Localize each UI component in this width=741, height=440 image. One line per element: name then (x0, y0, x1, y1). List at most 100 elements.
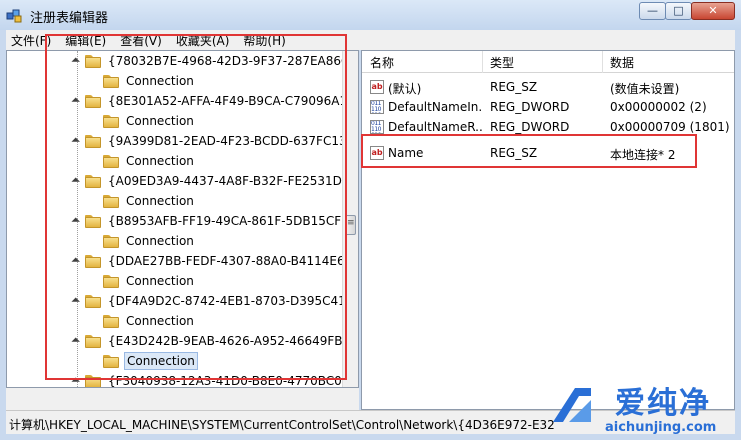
tree-node-key[interactable]: {A09ED3A9-4437-4A8F-B32F-FE2531D6E (71, 171, 358, 191)
value-data: 0x00000709 (1801) (610, 120, 730, 134)
tree-node-label: {E43D242B-9EAB-4626-A952-46649FBB9 (108, 334, 359, 348)
folder-icon (85, 254, 101, 268)
folder-icon (103, 194, 119, 208)
folder-icon (85, 174, 101, 188)
menu-help[interactable]: 帮助(H) (236, 32, 292, 49)
value-row[interactable]: ab Name REG_SZ 本地连接* 2 (362, 143, 734, 163)
tree-node-connection[interactable]: Connection (103, 271, 196, 291)
column-type[interactable]: 类型 (490, 54, 514, 71)
tree-node-connection[interactable]: Connection (103, 111, 196, 131)
tree-node-key[interactable]: {DF4A9D2C-8742-4EB1-8703-D395C4183 (71, 291, 359, 311)
tree-node-connection[interactable]: Connection (103, 191, 196, 211)
folder-icon (85, 374, 101, 387)
expand-arrow-icon[interactable] (71, 137, 80, 146)
column-separator[interactable] (482, 51, 483, 73)
value-row[interactable]: ab (默认) REG_SZ (数值未设置) (362, 77, 734, 97)
folder-icon (103, 114, 119, 128)
tree-node-label: Connection (126, 274, 194, 288)
menu-edit[interactable]: 编辑(E) (58, 32, 113, 49)
value-data: 0x00000002 (2) (610, 100, 707, 114)
minimize-button[interactable]: — (639, 2, 666, 20)
column-separator[interactable] (602, 51, 603, 73)
folder-icon (103, 274, 119, 288)
expand-arrow-icon[interactable] (71, 297, 80, 306)
tree-node-key[interactable]: {E43D242B-9EAB-4626-A952-46649FBB9 (71, 331, 359, 351)
dword-value-icon: 011110010 (370, 100, 384, 114)
tree-node-key[interactable]: {78032B7E-4968-42D3-9F37-287EA86C0A (71, 51, 359, 71)
value-name: DefaultNameR... (388, 120, 482, 134)
tree-node-label: {DF4A9D2C-8742-4EB1-8703-D395C4183 (108, 294, 359, 308)
column-data[interactable]: 数据 (610, 54, 634, 71)
tree-node-key[interactable]: {F3040938-12A3-41D0-B8E0-4770BC0F0 (71, 371, 358, 388)
tree-node-label: {8E301A52-AFFA-4F49-B9CA-C79096A1A (108, 94, 356, 108)
tree-node-label: {9A399D81-2EAD-4F23-BCDD-637FC13D (108, 134, 356, 148)
string-value-icon: ab (370, 80, 384, 94)
maximize-button[interactable]: □ (665, 2, 692, 20)
folder-icon (85, 334, 101, 348)
tree-node-label: {A09ED3A9-4437-4A8F-B32F-FE2531D6E (108, 174, 358, 188)
tree-scroll-thumb[interactable] (345, 215, 356, 235)
tree-node-label: Connection (126, 194, 194, 208)
expand-arrow-icon[interactable] (71, 57, 80, 66)
value-type: REG_SZ (490, 80, 538, 94)
tree-node-connection[interactable]: Connection (103, 231, 196, 251)
key-tree-pane[interactable]: {78032B7E-4968-42D3-9F37-287EA86C0A Conne… (6, 50, 359, 388)
tree-node-label: {F3040938-12A3-41D0-B8E0-4770BC0F0 (108, 374, 357, 388)
tree-node-label: {DDAE27BB-FEDF-4307-88A0-B4114E6B2 (108, 254, 359, 268)
menu-bar: 文件(F) 编辑(E) 查看(V) 收藏夹(A) 帮助(H) (6, 30, 735, 50)
folder-icon (85, 214, 101, 228)
tree-node-label: {78032B7E-4968-42D3-9F37-287EA86C0A (108, 54, 359, 68)
values-pane[interactable]: 名称 类型 数据 ab (默认) REG_SZ (数值未设置) 011110010 Def… (361, 50, 735, 410)
folder-icon (85, 54, 101, 68)
status-path: 计算机\HKEY_LOCAL_MACHINE\SYSTEM\CurrentCon… (9, 418, 555, 432)
value-row[interactable]: 011110010 DefaultNameIn... REG_DWORD 0x0000… (362, 97, 734, 117)
folder-icon (103, 154, 119, 168)
tree-node-label: {B8953AFB-FF19-49CA-861F-5DB15CF695 (108, 214, 359, 228)
value-type: REG_SZ (490, 146, 538, 160)
tree-node-label: Connection (126, 114, 194, 128)
value-data: 本地连接* 2 (610, 148, 676, 162)
tree-node-connection[interactable]: Connection (103, 351, 198, 371)
folder-icon (85, 134, 101, 148)
close-button[interactable]: ✕ (691, 2, 735, 20)
folder-icon (85, 94, 101, 108)
watermark-logo: 爱纯净 aichunjing.com (541, 376, 741, 440)
folder-icon (85, 294, 101, 308)
watermark-url: aichunjing.com (605, 420, 717, 435)
menu-view[interactable]: 查看(V) (113, 32, 169, 49)
column-name[interactable]: 名称 (370, 54, 394, 71)
expand-arrow-icon[interactable] (71, 377, 80, 386)
value-type: REG_DWORD (490, 120, 570, 134)
title-bar: 注册表编辑器 — □ ✕ (0, 0, 741, 30)
tree-node-connection[interactable]: Connection (103, 71, 196, 91)
tree-node-key[interactable]: {8E301A52-AFFA-4F49-B9CA-C79096A1A (71, 91, 357, 111)
maximize-icon: □ (673, 4, 684, 17)
value-row[interactable]: 011110010 DefaultNameR... REG_DWORD 0x00000… (362, 117, 734, 137)
string-value-icon: ab (370, 146, 384, 160)
folder-icon (103, 354, 119, 368)
tree-horizontal-scrollbar[interactable] (6, 388, 359, 410)
close-icon: ✕ (708, 4, 718, 17)
value-type: REG_DWORD (490, 100, 570, 114)
menu-file[interactable]: 文件(F) (6, 32, 58, 49)
expand-arrow-icon[interactable] (71, 257, 80, 266)
window-title: 注册表编辑器 (30, 11, 109, 26)
tree-node-connection[interactable]: Connection (103, 151, 196, 171)
folder-icon (103, 314, 119, 328)
tree-node-label: Connection (126, 314, 194, 328)
value-name: DefaultNameIn... (388, 100, 482, 114)
tree-node-connection[interactable]: Connection (103, 311, 196, 331)
tree-node-label: Connection (126, 234, 194, 248)
tree-vertical-scrollbar[interactable] (342, 51, 358, 387)
expand-arrow-icon[interactable] (71, 177, 80, 186)
value-name: (默认) (388, 82, 422, 96)
value-name: Name (388, 146, 424, 160)
menu-favorites[interactable]: 收藏夹(A) (169, 32, 237, 49)
tree-node-key[interactable]: {9A399D81-2EAD-4F23-BCDD-637FC13D (71, 131, 358, 151)
dword-value-icon: 011110010 (370, 120, 384, 134)
tree-node-key[interactable]: {DDAE27BB-FEDF-4307-88A0-B4114E6B2 (71, 251, 359, 271)
tree-node-key[interactable]: {B8953AFB-FF19-49CA-861F-5DB15CF695 (71, 211, 359, 231)
expand-arrow-icon[interactable] (71, 97, 80, 106)
expand-arrow-icon[interactable] (71, 337, 80, 346)
expand-arrow-icon[interactable] (71, 217, 80, 226)
